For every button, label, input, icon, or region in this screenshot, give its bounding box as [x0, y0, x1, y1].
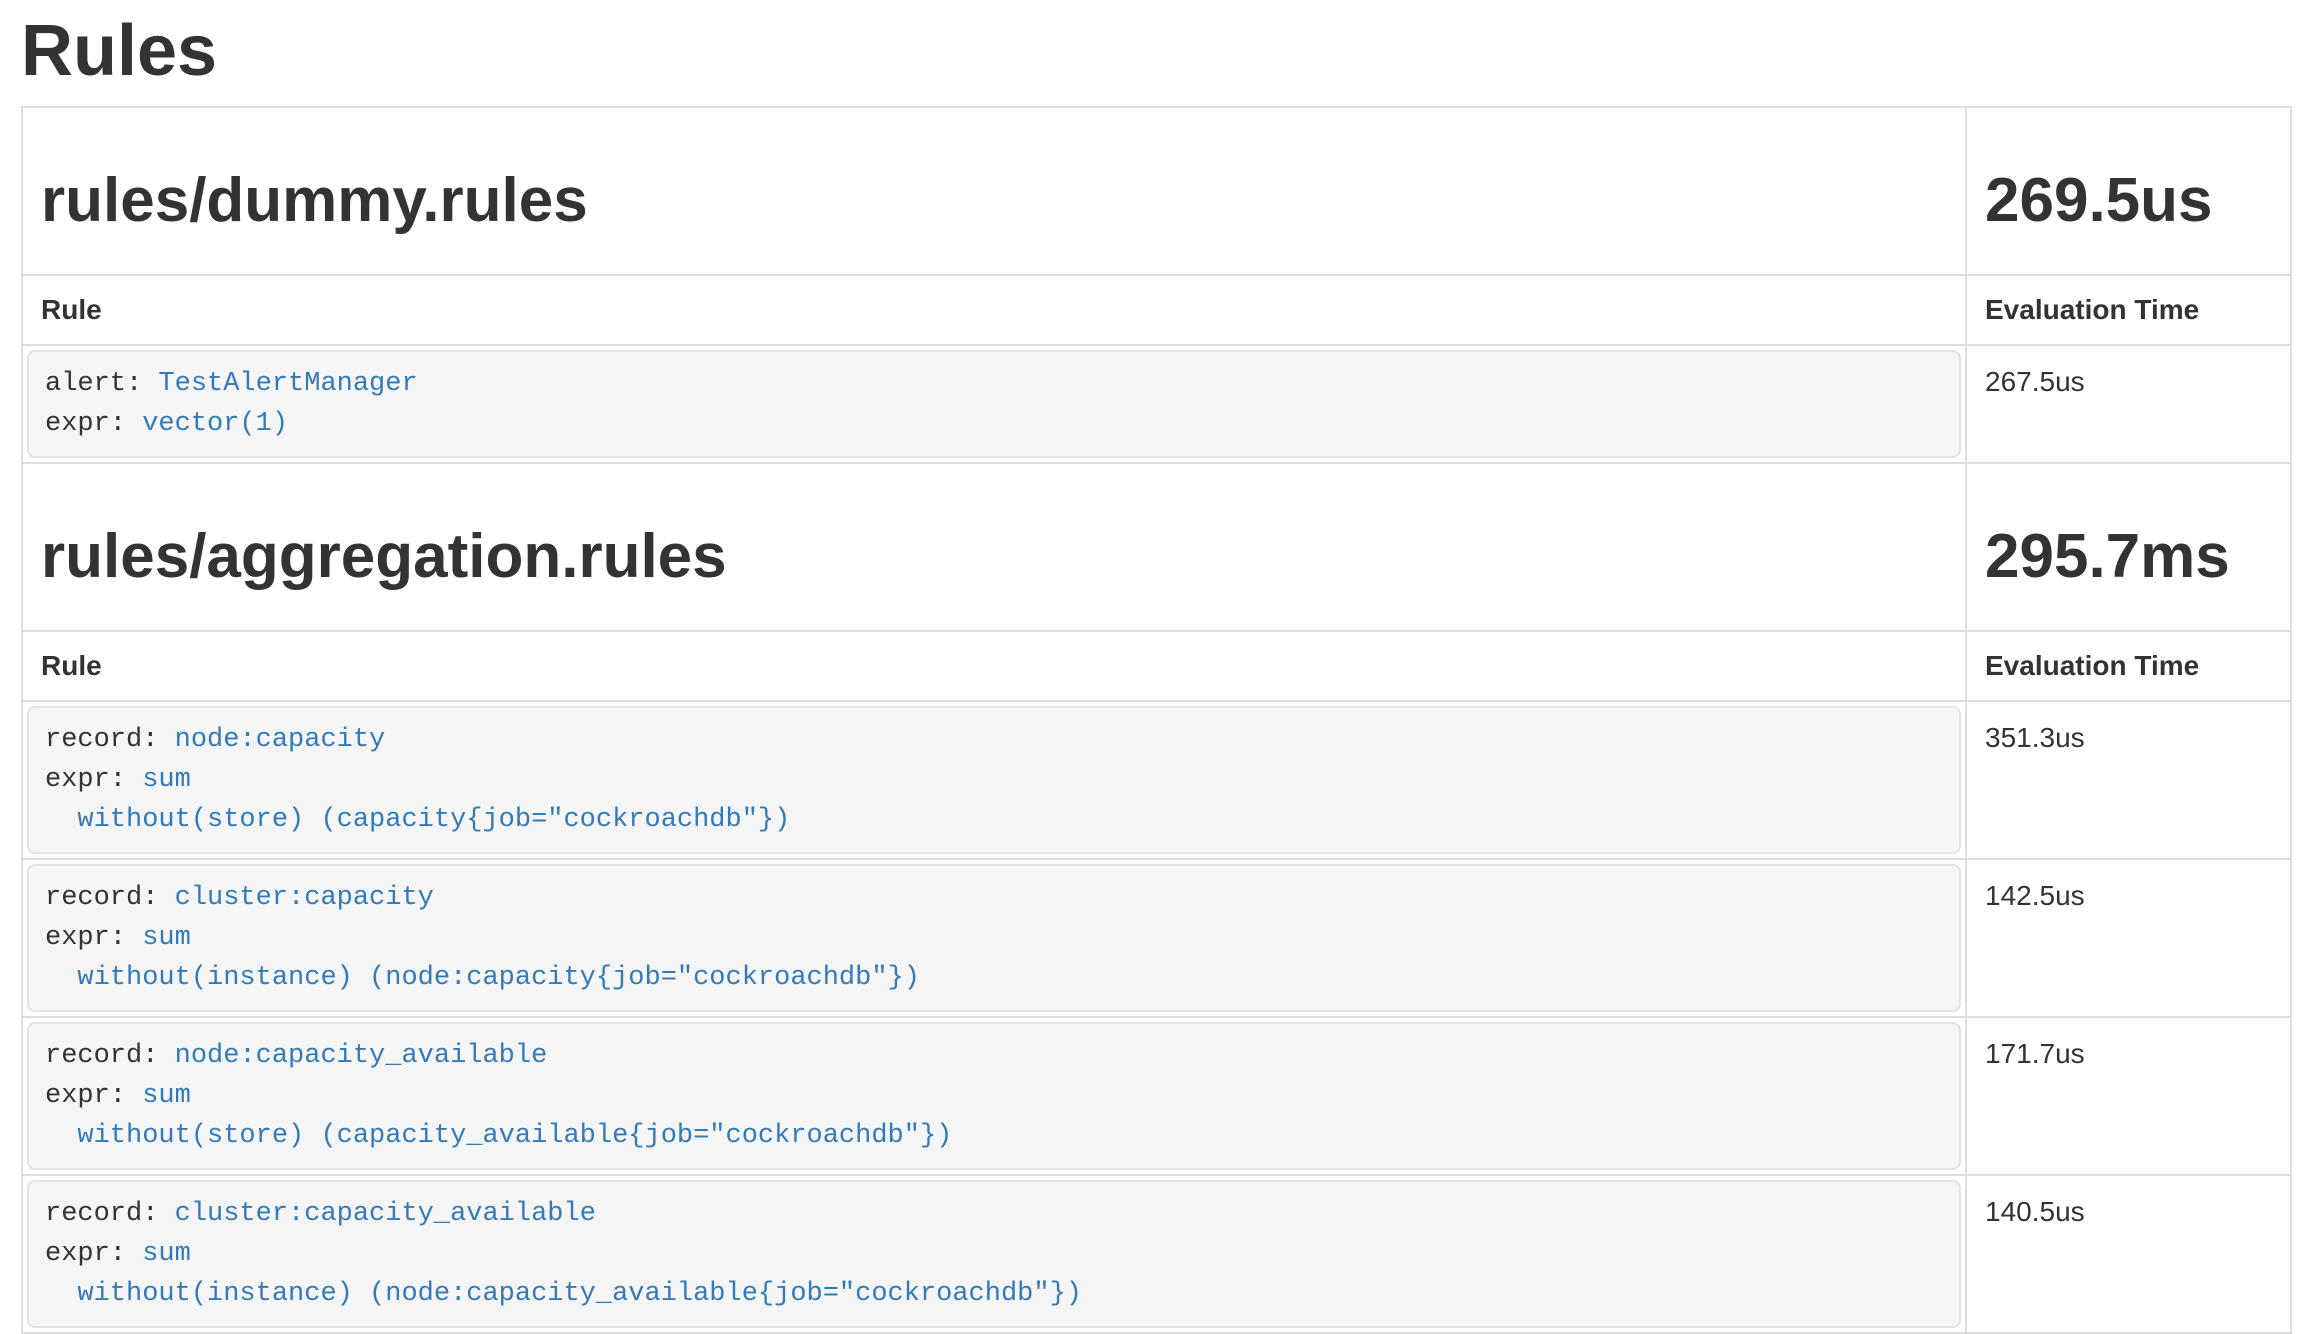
rule-keyword: record:: [45, 725, 175, 755]
rule-cell: record: cluster:capacity_available expr:…: [22, 1175, 1966, 1333]
rule-link[interactable]: without(store) (capacity_available{job="…: [45, 1121, 952, 1151]
rule-definition: alert: TestAlertManager expr: vector(1): [27, 350, 1961, 458]
rule-eval-time: 267.5us: [1966, 345, 2291, 463]
rule-keyword: record:: [45, 883, 175, 913]
rule-link[interactable]: cluster:capacity: [175, 883, 434, 913]
rule-keyword: expr:: [45, 1081, 142, 1111]
rule-row: record: node:capacity_available expr: su…: [22, 1017, 2291, 1175]
rule-link[interactable]: without(instance) (node:capacity{job="co…: [45, 963, 920, 993]
eval-time-column-header: Evaluation Time: [1966, 631, 2291, 701]
page-title: Rules: [21, 12, 2316, 90]
rule-link[interactable]: sum: [142, 1239, 191, 1269]
rule-link[interactable]: TestAlertManager: [158, 369, 417, 399]
rule-group-cell: rules/dummy.rules: [22, 107, 1966, 275]
rules-table-body: rules/dummy.rules269.5usRuleEvaluation T…: [22, 107, 2291, 1333]
rule-column-header: Rule: [22, 275, 1966, 345]
rule-group-eval-time-cell: 295.7ms: [1966, 463, 2291, 631]
rule-link[interactable]: node:capacity: [175, 725, 386, 755]
rule-link[interactable]: without(store) (capacity{job="cockroachd…: [45, 805, 790, 835]
rule-eval-time: 171.7us: [1966, 1017, 2291, 1175]
rule-cell: record: node:capacity_available expr: su…: [22, 1017, 1966, 1175]
rule-cell: record: node:capacity expr: sum without(…: [22, 701, 1966, 859]
eval-time-column-header: Evaluation Time: [1966, 275, 2291, 345]
rule-link[interactable]: sum: [142, 1081, 191, 1111]
rule-definition: record: node:capacity expr: sum without(…: [27, 706, 1961, 854]
rule-link[interactable]: sum: [142, 923, 191, 953]
rule-row: record: cluster:capacity expr: sum witho…: [22, 859, 2291, 1017]
rule-link[interactable]: without(instance) (node:capacity_availab…: [45, 1279, 1082, 1309]
rule-definition: record: cluster:capacity expr: sum witho…: [27, 864, 1961, 1012]
rule-keyword: expr:: [45, 409, 142, 439]
rule-group-header-row: rules/dummy.rules 269.5us: [22, 107, 2291, 275]
rules-table: rules/dummy.rules269.5usRuleEvaluation T…: [21, 106, 2292, 1334]
rule-group-eval-time: 295.7ms: [1983, 522, 2274, 592]
rule-definition: record: cluster:capacity_available expr:…: [27, 1180, 1961, 1328]
rule-eval-time: 351.3us: [1966, 701, 2291, 859]
rule-group-title: rules/dummy.rules: [39, 166, 1949, 236]
rule-link[interactable]: sum: [142, 765, 191, 795]
rule-group-title: rules/aggregation.rules: [39, 522, 1949, 592]
rule-eval-time: 140.5us: [1966, 1175, 2291, 1333]
rule-keyword: expr:: [45, 765, 142, 795]
rule-eval-time: 142.5us: [1966, 859, 2291, 1017]
rule-link[interactable]: vector(1): [142, 409, 288, 439]
rule-row: record: cluster:capacity_available expr:…: [22, 1175, 2291, 1333]
rule-link[interactable]: node:capacity_available: [175, 1041, 548, 1071]
rule-keyword: expr:: [45, 1239, 142, 1269]
rule-keyword: record:: [45, 1199, 175, 1229]
rule-group-eval-time: 269.5us: [1983, 166, 2274, 236]
rule-keyword: alert:: [45, 369, 158, 399]
rule-row: alert: TestAlertManager expr: vector(1)2…: [22, 345, 2291, 463]
rule-keyword: record:: [45, 1041, 175, 1071]
rule-group-eval-time-cell: 269.5us: [1966, 107, 2291, 275]
column-header-row: RuleEvaluation Time: [22, 275, 2291, 345]
rule-cell: record: cluster:capacity expr: sum witho…: [22, 859, 1966, 1017]
rule-keyword: expr:: [45, 923, 142, 953]
rule-group-cell: rules/aggregation.rules: [22, 463, 1966, 631]
column-header-row: RuleEvaluation Time: [22, 631, 2291, 701]
rule-row: record: node:capacity expr: sum without(…: [22, 701, 2291, 859]
rule-link[interactable]: cluster:capacity_available: [175, 1199, 596, 1229]
rule-group-header-row: rules/aggregation.rules 295.7ms: [22, 463, 2291, 631]
rule-cell: alert: TestAlertManager expr: vector(1): [22, 345, 1966, 463]
rule-column-header: Rule: [22, 631, 1966, 701]
rule-definition: record: node:capacity_available expr: su…: [27, 1022, 1961, 1170]
